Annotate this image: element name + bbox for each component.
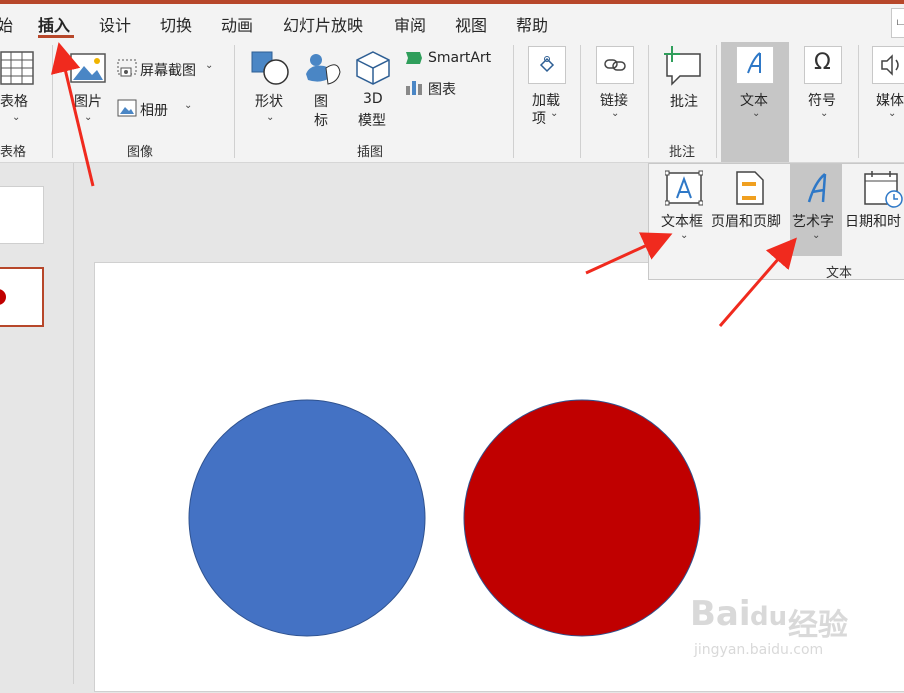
annotation-arrows [50, 42, 797, 327]
arrow-to-insert-tab [50, 42, 95, 187]
arrow-to-textbox [585, 232, 673, 275]
arrow-to-wordart [718, 237, 797, 327]
